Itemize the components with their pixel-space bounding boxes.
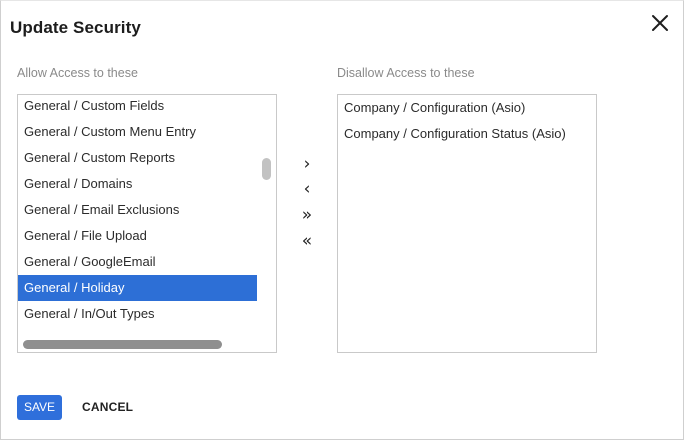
list-item[interactable]: Company / Configuration Status (Asio) [338, 121, 596, 147]
horizontal-scrollbar[interactable] [18, 336, 276, 352]
move-left-button[interactable]: ‹ [295, 178, 319, 200]
dialog-title: Update Security [10, 18, 141, 37]
allow-access-label: Allow Access to these [17, 66, 138, 80]
list-item-selected[interactable]: General / Holiday [18, 275, 257, 301]
vertical-scrollbar-thumb[interactable] [262, 158, 271, 180]
save-button[interactable]: SAVE [17, 395, 62, 420]
move-all-right-button[interactable]: » [295, 204, 319, 226]
list-item[interactable]: General / Custom Reports [18, 145, 257, 171]
close-icon[interactable] [648, 11, 672, 35]
list-item[interactable]: General / Custom Menu Entry [18, 119, 257, 145]
list-item[interactable]: General / Domains [18, 171, 257, 197]
list-item[interactable]: General / Custom Fields [18, 95, 257, 119]
list-item[interactable]: General / GoogleEmail [18, 249, 257, 275]
allow-access-list[interactable]: General / Custom Fields General / Custom… [17, 94, 277, 353]
move-right-button[interactable]: › [295, 153, 319, 175]
cancel-button[interactable]: CANCEL [82, 395, 133, 420]
list-item[interactable]: General / File Upload [18, 223, 257, 249]
update-security-dialog: Update Security Allow Access to these Di… [0, 0, 684, 440]
list-item[interactable]: General / Email Exclusions [18, 197, 257, 223]
list-item[interactable]: Company / Configuration (Asio) [338, 95, 596, 121]
disallow-access-list[interactable]: Company / Configuration (Asio) Company /… [337, 94, 597, 353]
disallow-access-label: Disallow Access to these [337, 66, 475, 80]
list-item[interactable]: General / In/Out Types [18, 301, 257, 327]
horizontal-scrollbar-thumb[interactable] [23, 340, 222, 349]
move-all-left-button[interactable]: « [295, 230, 319, 252]
